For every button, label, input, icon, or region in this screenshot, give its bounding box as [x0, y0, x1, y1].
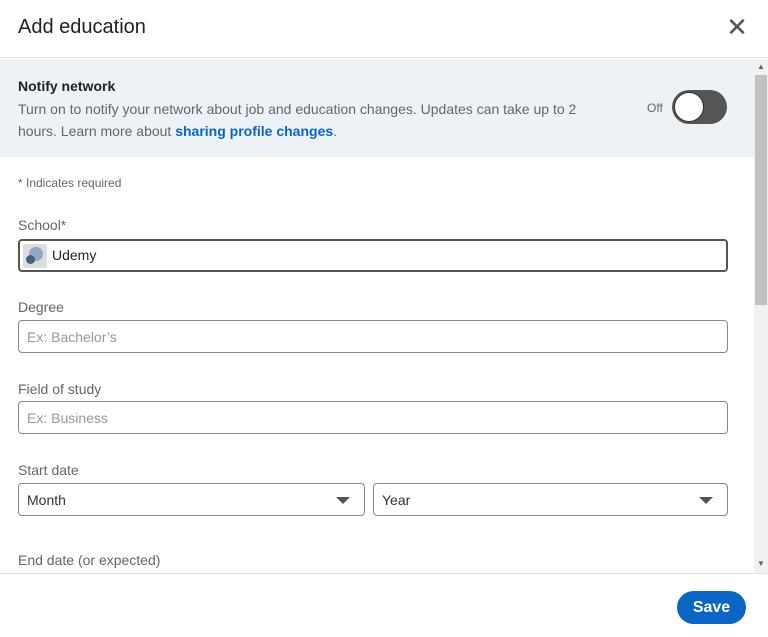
start-date-label: Start date: [18, 462, 79, 478]
school-logo-icon: [23, 244, 47, 268]
save-button[interactable]: Save: [677, 591, 746, 624]
toggle-knob: [674, 92, 704, 122]
degree-input[interactable]: Ex: Bachelor’s: [18, 320, 728, 353]
field-of-study-input[interactable]: Ex: Business: [18, 401, 728, 434]
notify-suffix: .: [333, 123, 338, 139]
sharing-profile-changes-link[interactable]: sharing profile changes: [175, 123, 333, 139]
scroll-up-icon[interactable]: ▲: [757, 62, 765, 71]
chevron-down-icon: [699, 497, 713, 504]
degree-label: Degree: [18, 299, 64, 315]
dialog-footer: Save: [0, 573, 768, 637]
notify-toggle[interactable]: [672, 90, 727, 124]
start-year-select[interactable]: Year: [373, 483, 728, 516]
chevron-down-icon: [336, 497, 350, 504]
notify-title: Notify network: [18, 78, 116, 94]
toggle-state-label: Off: [647, 101, 663, 115]
scroll-down-icon[interactable]: ▼: [757, 559, 765, 568]
notify-description: Turn on to notify your network about job…: [18, 98, 618, 142]
start-month-value: Month: [27, 492, 66, 508]
form-scroll-area: Notify network Turn on to notify your ne…: [0, 59, 768, 573]
school-input[interactable]: Udemy: [18, 239, 728, 272]
dialog-header: Add education ✕: [0, 0, 768, 58]
scrollbar[interactable]: ▲ ▼: [754, 59, 768, 573]
field-of-study-label: Field of study: [18, 381, 102, 397]
start-month-select[interactable]: Month: [18, 483, 365, 516]
required-note: * Indicates required: [18, 176, 122, 190]
school-label: School*: [18, 217, 67, 233]
scrollbar-thumb[interactable]: [755, 75, 767, 305]
close-icon[interactable]: ✕: [724, 14, 750, 40]
notify-network-panel: Notify network Turn on to notify your ne…: [0, 59, 754, 157]
end-date-label: End date (or expected): [18, 552, 161, 568]
dialog-title: Add education: [18, 16, 146, 38]
school-value: Udemy: [52, 247, 97, 263]
start-year-value: Year: [382, 492, 411, 508]
